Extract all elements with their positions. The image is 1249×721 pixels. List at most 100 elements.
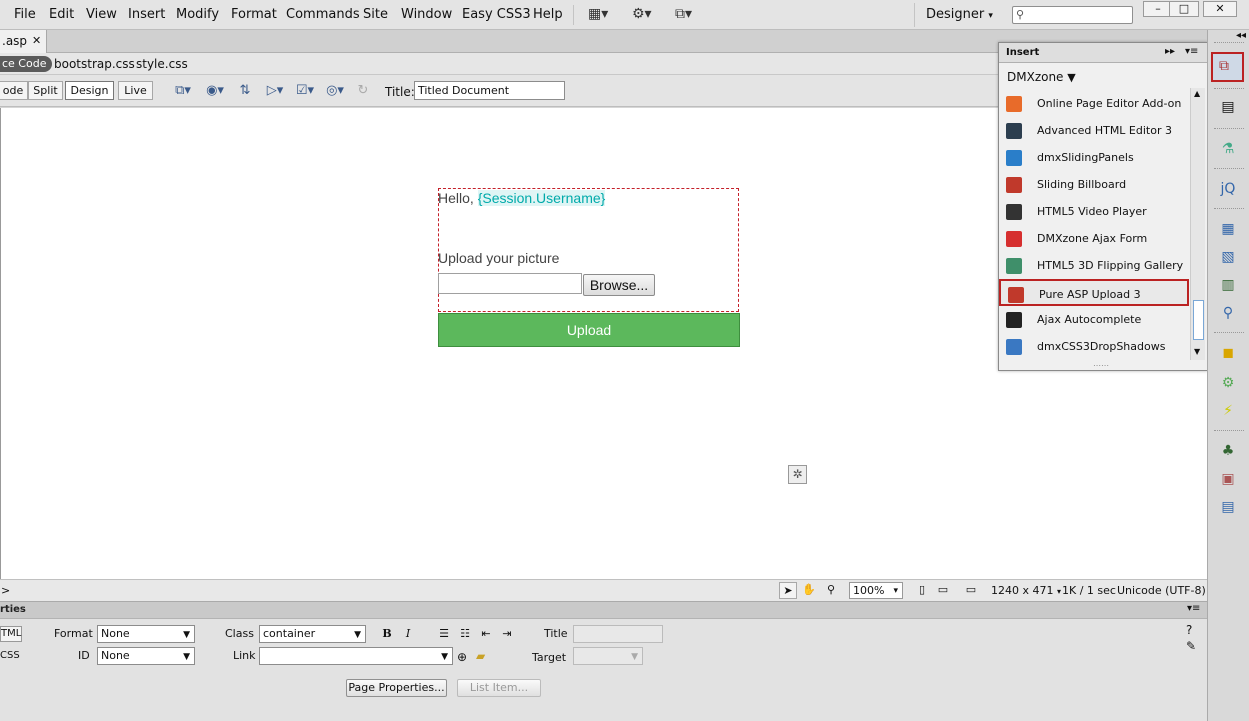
select-tool-icon[interactable]: ➤ xyxy=(779,582,797,599)
preview-browser-icon[interactable]: ◉▾ xyxy=(204,83,226,99)
scroll-up-icon[interactable]: ▲ xyxy=(1194,89,1200,98)
search-results-icon[interactable]: ⚲ xyxy=(1216,302,1240,324)
insert-panel-dock-button[interactable]: ⧉ xyxy=(1211,52,1244,82)
menu-format[interactable]: Format xyxy=(231,7,277,22)
css-designer-icon[interactable]: ▤ xyxy=(1216,96,1240,118)
menu-insert[interactable]: Insert xyxy=(128,7,165,22)
html-tab[interactable]: TML xyxy=(0,626,22,642)
server-behaviors-icon[interactable]: ⚡ xyxy=(1216,400,1240,422)
collapse-panel-icon[interactable]: ▸▸ xyxy=(1165,46,1175,57)
menu-easy-css3[interactable]: Easy CSS3 xyxy=(462,7,531,22)
source-code-button[interactable]: ce Code xyxy=(0,56,53,72)
hand-tool-icon[interactable]: ✋ xyxy=(800,582,818,599)
code-view-button[interactable]: ode xyxy=(0,81,28,100)
browse-folder-icon[interactable]: ▰ xyxy=(476,649,485,663)
menu-window[interactable]: Window xyxy=(401,7,452,22)
insert-item[interactable]: dmxSlidingPanels xyxy=(999,144,1189,171)
databases-icon[interactable]: ◼ xyxy=(1216,342,1240,364)
insert-item[interactable]: Ajax Autocomplete xyxy=(999,306,1189,333)
quick-tag-editor-icon[interactable]: ✎ xyxy=(1186,639,1196,653)
files-icon[interactable]: ♣ xyxy=(1216,440,1240,462)
session-username-binding[interactable]: {Session.Username} xyxy=(477,190,606,206)
browse-button[interactable]: Browse... xyxy=(583,274,655,296)
menu-edit[interactable]: Edit xyxy=(49,7,74,22)
insert-scrollbar[interactable]: ▲ ▼ xyxy=(1190,88,1205,360)
zoom-select[interactable]: 100% ▾ xyxy=(849,582,903,599)
live-view-button[interactable]: Live xyxy=(118,81,153,100)
properties-header[interactable]: rties ▾≡ xyxy=(0,601,1207,619)
scroll-thumb[interactable] xyxy=(1193,300,1204,340)
snippets-icon[interactable]: ▦ xyxy=(1216,218,1240,240)
hidden-element-icon[interactable]: ✲ xyxy=(788,465,807,484)
close-window-button[interactable]: ✕ xyxy=(1203,1,1237,17)
insert-panel-header[interactable]: Insert ▸▸ ▾≡ xyxy=(999,43,1207,63)
hello-text[interactable]: Hello, {Session.Username} xyxy=(438,190,606,206)
mobile-size-icon[interactable]: ▯ xyxy=(913,582,931,599)
workspace-switcher[interactable]: Designer ▾ xyxy=(926,7,993,22)
class-select[interactable]: container ▼ xyxy=(259,625,366,643)
menu-site[interactable]: Site xyxy=(363,7,388,22)
related-file-style[interactable]: style.css xyxy=(136,57,188,71)
insert-item[interactable]: Advanced HTML Editor 3 xyxy=(999,117,1189,144)
bold-button[interactable]: B xyxy=(380,627,394,641)
insert-item[interactable]: DMXzone Ajax Form xyxy=(999,225,1189,252)
dom-panel-icon[interactable]: ▤ xyxy=(1216,496,1240,518)
maximize-button[interactable]: □ xyxy=(1169,1,1199,17)
insert-item[interactable]: Online Page Editor Add-on xyxy=(999,90,1189,117)
behaviors-icon[interactable]: ▥ xyxy=(1216,274,1240,296)
bindings-icon[interactable]: ⚙ xyxy=(1216,372,1240,394)
menu-file[interactable]: File xyxy=(14,7,36,22)
unordered-list-icon[interactable]: ☰ xyxy=(437,627,451,641)
tablet-size-icon[interactable]: ▭ xyxy=(934,582,952,599)
related-file-bootstrap[interactable]: bootstrap.css xyxy=(54,57,135,71)
design-view-button[interactable]: Design xyxy=(65,81,114,100)
css-transitions-icon[interactable]: ⚗ xyxy=(1216,138,1240,160)
zoom-tool-icon[interactable]: ⚲ xyxy=(822,582,840,599)
resize-grip-icon[interactable]: ⋯⋯ xyxy=(1093,361,1109,370)
doc-title-input[interactable]: Titled Document xyxy=(414,81,565,100)
panel-menu-icon[interactable]: ▾≡ xyxy=(1185,46,1198,57)
jquery-mobile-icon[interactable]: jQ xyxy=(1216,178,1240,200)
site-manager-icon[interactable]: ⧉▾ xyxy=(675,6,701,24)
window-size[interactable]: 1240 x 471 ▾ xyxy=(991,584,1061,597)
assets-icon[interactable]: ▧ xyxy=(1216,246,1240,268)
multiscreen-icon[interactable]: ⧉▾ xyxy=(172,83,194,99)
business-catalyst-icon[interactable]: ▣ xyxy=(1216,468,1240,490)
panel-menu-icon[interactable]: ▾≡ xyxy=(1187,603,1200,614)
close-tab-icon[interactable]: ✕ xyxy=(32,34,41,47)
menu-commands[interactable]: Commands xyxy=(286,7,360,22)
check-browser-icon[interactable]: ☑▾ xyxy=(294,83,316,99)
expand-panels-icon[interactable]: ◂◂ xyxy=(1236,30,1246,41)
insert-category-select[interactable]: DMXzone ▼ xyxy=(1007,70,1076,84)
format-select[interactable]: None ▼ xyxy=(97,625,195,643)
insert-item[interactable]: HTML5 Video Player xyxy=(999,198,1189,225)
outdent-icon[interactable]: ⇤ xyxy=(479,627,493,641)
search-input[interactable]: ⚲ xyxy=(1012,6,1133,24)
w3c-validation-icon[interactable]: ▷▾ xyxy=(264,83,286,99)
insert-item[interactable]: HTML5 3D Flipping Gallery xyxy=(999,252,1189,279)
desktop-size-icon[interactable]: ▭ xyxy=(960,582,982,599)
point-to-file-icon[interactable]: ⊕ xyxy=(457,650,467,664)
menu-modify[interactable]: Modify xyxy=(176,7,219,22)
css-tab[interactable]: CSS xyxy=(0,649,22,665)
refresh-icon[interactable]: ↻ xyxy=(352,83,374,99)
menu-view[interactable]: View xyxy=(86,7,117,22)
tag-selector[interactable]: > xyxy=(1,584,10,597)
document-tab[interactable]: .asp ✕ xyxy=(0,30,47,53)
scroll-down-icon[interactable]: ▼ xyxy=(1194,347,1200,356)
italic-button[interactable]: I xyxy=(401,627,415,641)
menu-help[interactable]: Help xyxy=(533,7,563,22)
file-input-field[interactable] xyxy=(438,273,582,294)
insert-item[interactable]: Pure ASP Upload 3 xyxy=(999,279,1189,306)
split-view-button[interactable]: Split xyxy=(28,81,63,100)
layout-icon[interactable]: ▦▾ xyxy=(588,6,614,24)
extensions-gear-icon[interactable]: ⚙▾ xyxy=(632,6,658,24)
insert-item[interactable]: dmxCSS3DropShadows xyxy=(999,333,1189,360)
ordered-list-icon[interactable]: ☷ xyxy=(458,627,472,641)
id-select[interactable]: None ▼ xyxy=(97,647,195,665)
upload-button[interactable]: Upload xyxy=(438,313,740,347)
page-properties-button[interactable]: Page Properties... xyxy=(346,679,447,697)
visual-aids-icon[interactable]: ◎▾ xyxy=(324,83,346,99)
link-input[interactable]: ▼ xyxy=(259,647,453,665)
file-management-icon[interactable]: ⇅ xyxy=(234,83,256,99)
